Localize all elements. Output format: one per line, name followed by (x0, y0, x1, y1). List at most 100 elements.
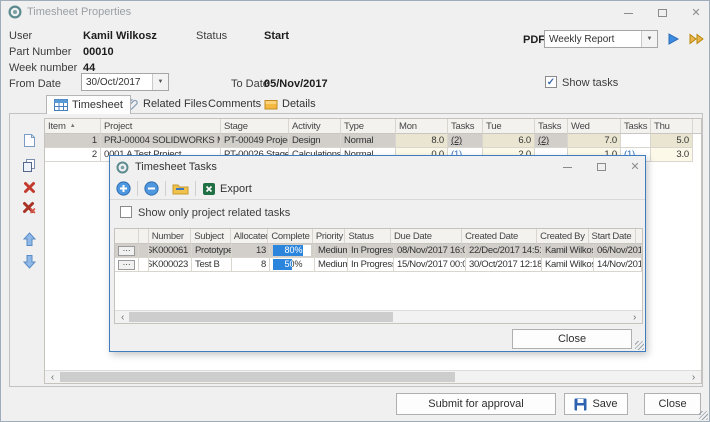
copy-row-button[interactable] (21, 157, 37, 173)
progress-bar: 80% 80% (273, 245, 311, 256)
cell-thu-hours[interactable]: 3.0 (651, 148, 693, 162)
scroll-left-arrow[interactable]: ‹ (46, 371, 59, 383)
col-header-allocated[interactable]: Allocated (231, 229, 269, 244)
tasks-maximize-button[interactable] (590, 159, 612, 175)
cell-thu-hours[interactable]: 5.0 (651, 134, 693, 148)
show-tasks-checkbox[interactable]: ✓ (545, 76, 557, 88)
cell-wed-tasks[interactable] (621, 134, 651, 148)
minimize-button[interactable] (617, 5, 639, 21)
week-number-label: Week number (9, 62, 77, 74)
tasks-horizontal-scrollbar[interactable]: ‹ › (115, 310, 642, 323)
cell-tue-hours[interactable]: 6.0 (483, 134, 535, 148)
close-button[interactable]: ✕ (685, 5, 707, 21)
run-report-button[interactable] (666, 32, 680, 46)
col-header-tue-tasks[interactable]: Tasks (535, 119, 568, 134)
move-down-button[interactable] (21, 253, 37, 269)
col-header-start-date[interactable]: Start Date (589, 229, 636, 244)
tasks-grid-header: Number Subject Allocated Complete Priori… (115, 229, 642, 244)
excel-icon (202, 182, 216, 196)
project-related-filter-checkbox[interactable] (120, 206, 132, 218)
tab-related-files[interactable]: Related Files (119, 95, 214, 113)
tasks-grid: Number Subject Allocated Complete Priori… (114, 228, 643, 324)
tab-timesheet-label: Timesheet (72, 99, 123, 111)
tasks-close-button-bottom[interactable]: Close (512, 329, 632, 349)
col-header-wed[interactable]: Wed (568, 119, 621, 134)
new-row-button[interactable] (21, 132, 37, 148)
col-header-thu[interactable]: Thu (651, 119, 693, 134)
col-header-item[interactable]: Item▲ (45, 119, 101, 134)
close-button-bottom[interactable]: Close (644, 393, 701, 415)
col-header-mon-tasks[interactable]: Tasks (448, 119, 483, 134)
close-icon: ✕ (630, 162, 639, 173)
col-header-stage[interactable]: Stage (221, 119, 289, 134)
row-options-button[interactable]: ⋯ (118, 246, 135, 256)
close-label: Close (658, 398, 686, 410)
tab-details[interactable]: Details (257, 95, 323, 113)
col-header-type[interactable]: Type (341, 119, 396, 134)
col-header-activity[interactable]: Activity (289, 119, 341, 134)
mon-tasks-link[interactable]: (2) (451, 135, 462, 146)
maximize-button[interactable] (651, 5, 673, 21)
col-header-created-date[interactable]: Created Date (462, 229, 537, 244)
cell-wed-hours[interactable]: 7.0 (568, 134, 621, 148)
cell-allocated: 13 (232, 244, 270, 258)
task-row-2[interactable]: ⋯ TSK000023 Test B 8 50% 50% Medium In P… (115, 258, 642, 272)
task-row-1[interactable]: ⋯ TSK000061 Prototype 13 80% 80% Medium … (115, 244, 642, 258)
scroll-right-arrow[interactable]: › (687, 371, 700, 383)
delete-all-icon (22, 201, 36, 214)
col-header-project[interactable]: Project (101, 119, 221, 134)
add-task-button[interactable] (116, 181, 131, 196)
col-header-mon[interactable]: Mon (396, 119, 448, 134)
save-button[interactable]: Save (564, 393, 628, 415)
submit-label: Submit for approval (428, 398, 523, 410)
col-header-subject[interactable]: Subject (191, 229, 231, 244)
cell-item: 1 (45, 134, 101, 148)
tue-tasks-link[interactable]: (2) (538, 135, 549, 146)
tasks-resize-grip[interactable] (635, 341, 644, 350)
tasks-dialog-title: Timesheet Tasks (135, 161, 217, 173)
pdf-report-combo[interactable]: Weekly Report ▼ (544, 30, 658, 48)
tasks-minimize-button[interactable] (556, 159, 578, 175)
submit-for-approval-button[interactable]: Submit for approval (396, 393, 556, 415)
tab-timesheet[interactable]: Timesheet (46, 95, 131, 114)
tasks-close-button[interactable]: ✕ (624, 159, 646, 175)
from-date-dropdown-button[interactable]: ▼ (152, 74, 168, 90)
check-icon: ✓ (547, 77, 555, 88)
timesheet-row-1[interactable]: 1 PRJ-00004 SOLIDWORKS Manage PT-00049 P… (45, 134, 701, 148)
export-button[interactable]: Export (202, 182, 252, 196)
scroll-right-arrow[interactable]: › (628, 311, 641, 323)
cell-start-date: 06/Nov/2017 (594, 244, 642, 258)
table-icon (54, 99, 68, 111)
row-options-button[interactable]: ⋯ (118, 260, 135, 270)
cell-mon-hours[interactable]: 8.0 (396, 134, 448, 148)
remove-circle-icon (144, 181, 159, 196)
col-header-number[interactable]: Number (149, 229, 192, 244)
col-header-priority[interactable]: Priority (313, 229, 346, 244)
delete-row-button[interactable] (21, 179, 37, 195)
to-date-value: 05/Nov/2017 (264, 78, 328, 90)
cell-allocated: 8 (232, 258, 270, 272)
col-header-due-date[interactable]: Due Date (391, 229, 462, 244)
timesheet-grid-header: Item▲ Project Stage Activity Type Mon Ta… (45, 119, 701, 134)
open-folder-icon (172, 182, 189, 195)
col-header-wed-tasks[interactable]: Tasks (621, 119, 651, 134)
remove-task-button[interactable] (144, 181, 159, 196)
toolbar-separator (165, 181, 166, 196)
col-header-tue[interactable]: Tue (483, 119, 535, 134)
scroll-left-arrow[interactable]: ‹ (116, 311, 129, 323)
timesheet-horizontal-scrollbar[interactable]: ‹ › (45, 370, 701, 383)
scrollbar-thumb[interactable] (60, 372, 455, 382)
open-task-button[interactable] (172, 182, 189, 195)
batch-report-button[interactable] (688, 32, 705, 46)
maximize-icon (597, 163, 606, 171)
delete-all-rows-button[interactable] (21, 199, 37, 215)
pdf-report-dropdown-button[interactable]: ▼ (641, 31, 657, 47)
scrollbar-thumb[interactable] (129, 312, 393, 322)
window-resize-grip[interactable] (699, 411, 708, 420)
col-header-created-by[interactable]: Created By (537, 229, 588, 244)
move-up-button[interactable] (21, 231, 37, 247)
col-header-status[interactable]: Status (345, 229, 390, 244)
col-header-complete[interactable]: Complete (268, 229, 312, 244)
save-icon (574, 398, 587, 411)
from-date-combo[interactable]: 30/Oct/2017 ▼ (81, 73, 169, 91)
